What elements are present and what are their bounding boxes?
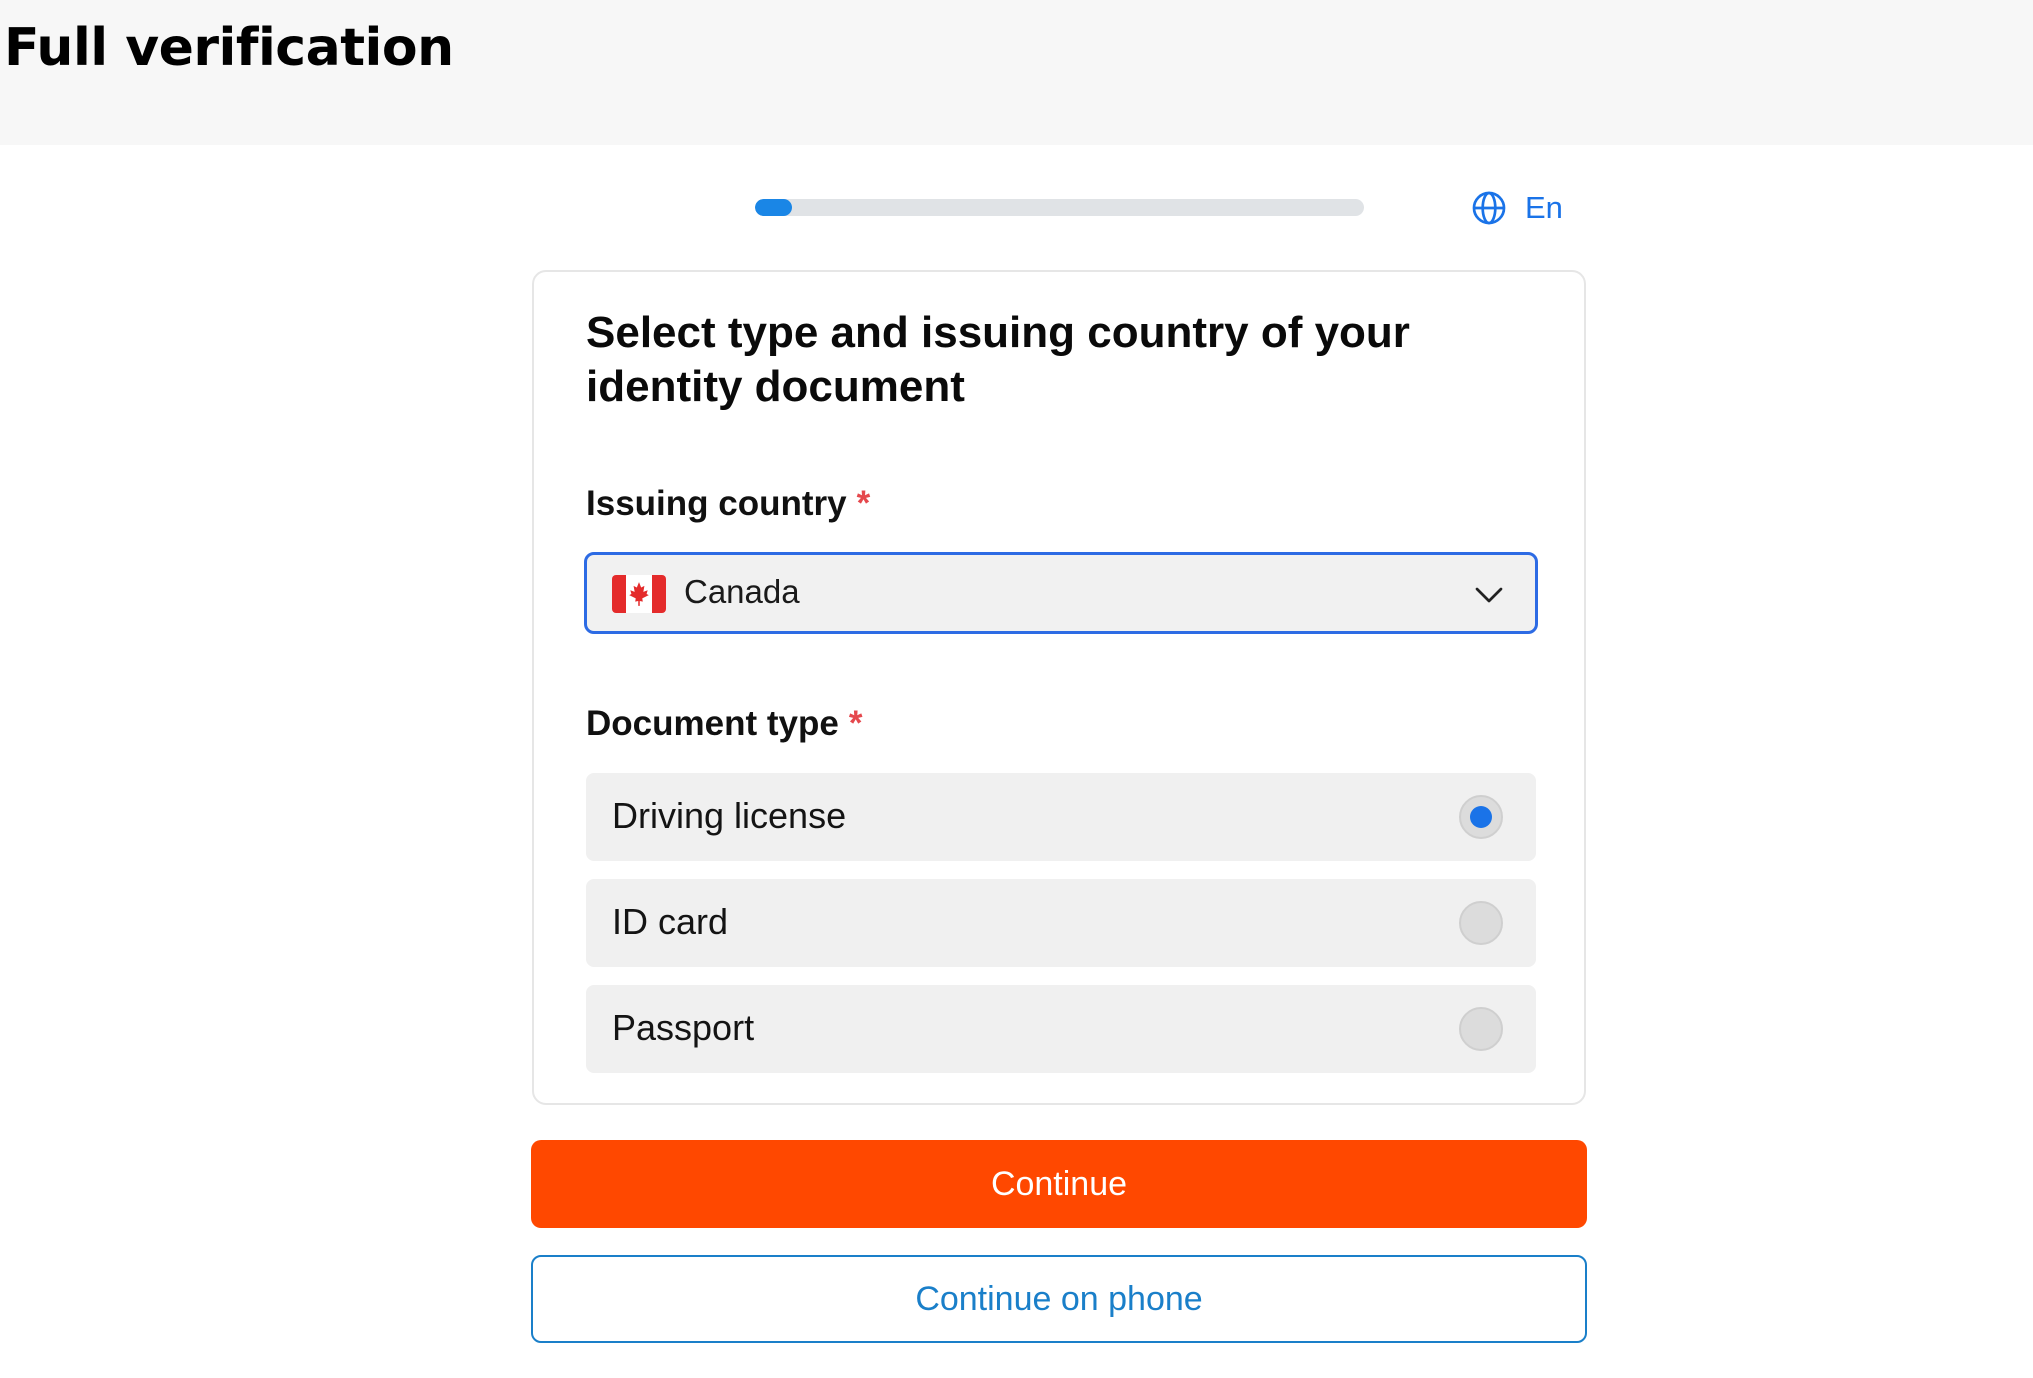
option-label: ID card [612,901,729,942]
option-passport[interactable]: Passport [586,985,1536,1073]
issuing-country-label-text: Issuing country [586,484,847,523]
progress-bar [755,199,1364,216]
required-asterisk: * [848,704,863,743]
option-id-card[interactable]: ID card [586,879,1536,967]
continue-on-phone-button[interactable]: Continue on phone [531,1255,1587,1343]
language-label: En [1525,190,1563,225]
page-header: Full verification [0,0,2033,145]
continue-button[interactable]: Continue [531,1140,1587,1228]
option-label: Passport [612,1007,755,1048]
issuing-country-value: Canada [684,573,800,610]
required-asterisk: * [856,484,871,523]
document-selection-card: Select type and issuing country of your … [532,270,1586,1105]
document-type-label-text: Document type [586,704,839,743]
language-selector[interactable]: En [1471,188,1563,228]
option-label: Driving license [612,795,847,836]
radio-driving-license[interactable] [1459,795,1503,839]
option-driving-license[interactable]: Driving license [586,773,1536,861]
issuing-country-label: Issuing country * [586,484,870,524]
chevron-down-icon [1475,587,1503,603]
radio-passport[interactable] [1459,1007,1503,1051]
progress-bar-fill [755,199,792,216]
radio-id-card[interactable] [1459,901,1503,945]
globe-icon [1472,191,1506,225]
issuing-country-select[interactable]: Canada [584,552,1538,634]
canada-flag-icon [612,575,666,613]
card-title: Select type and issuing country of your … [586,308,1410,411]
page-title: Full verification [4,18,454,78]
document-type-label: Document type * [586,704,862,744]
